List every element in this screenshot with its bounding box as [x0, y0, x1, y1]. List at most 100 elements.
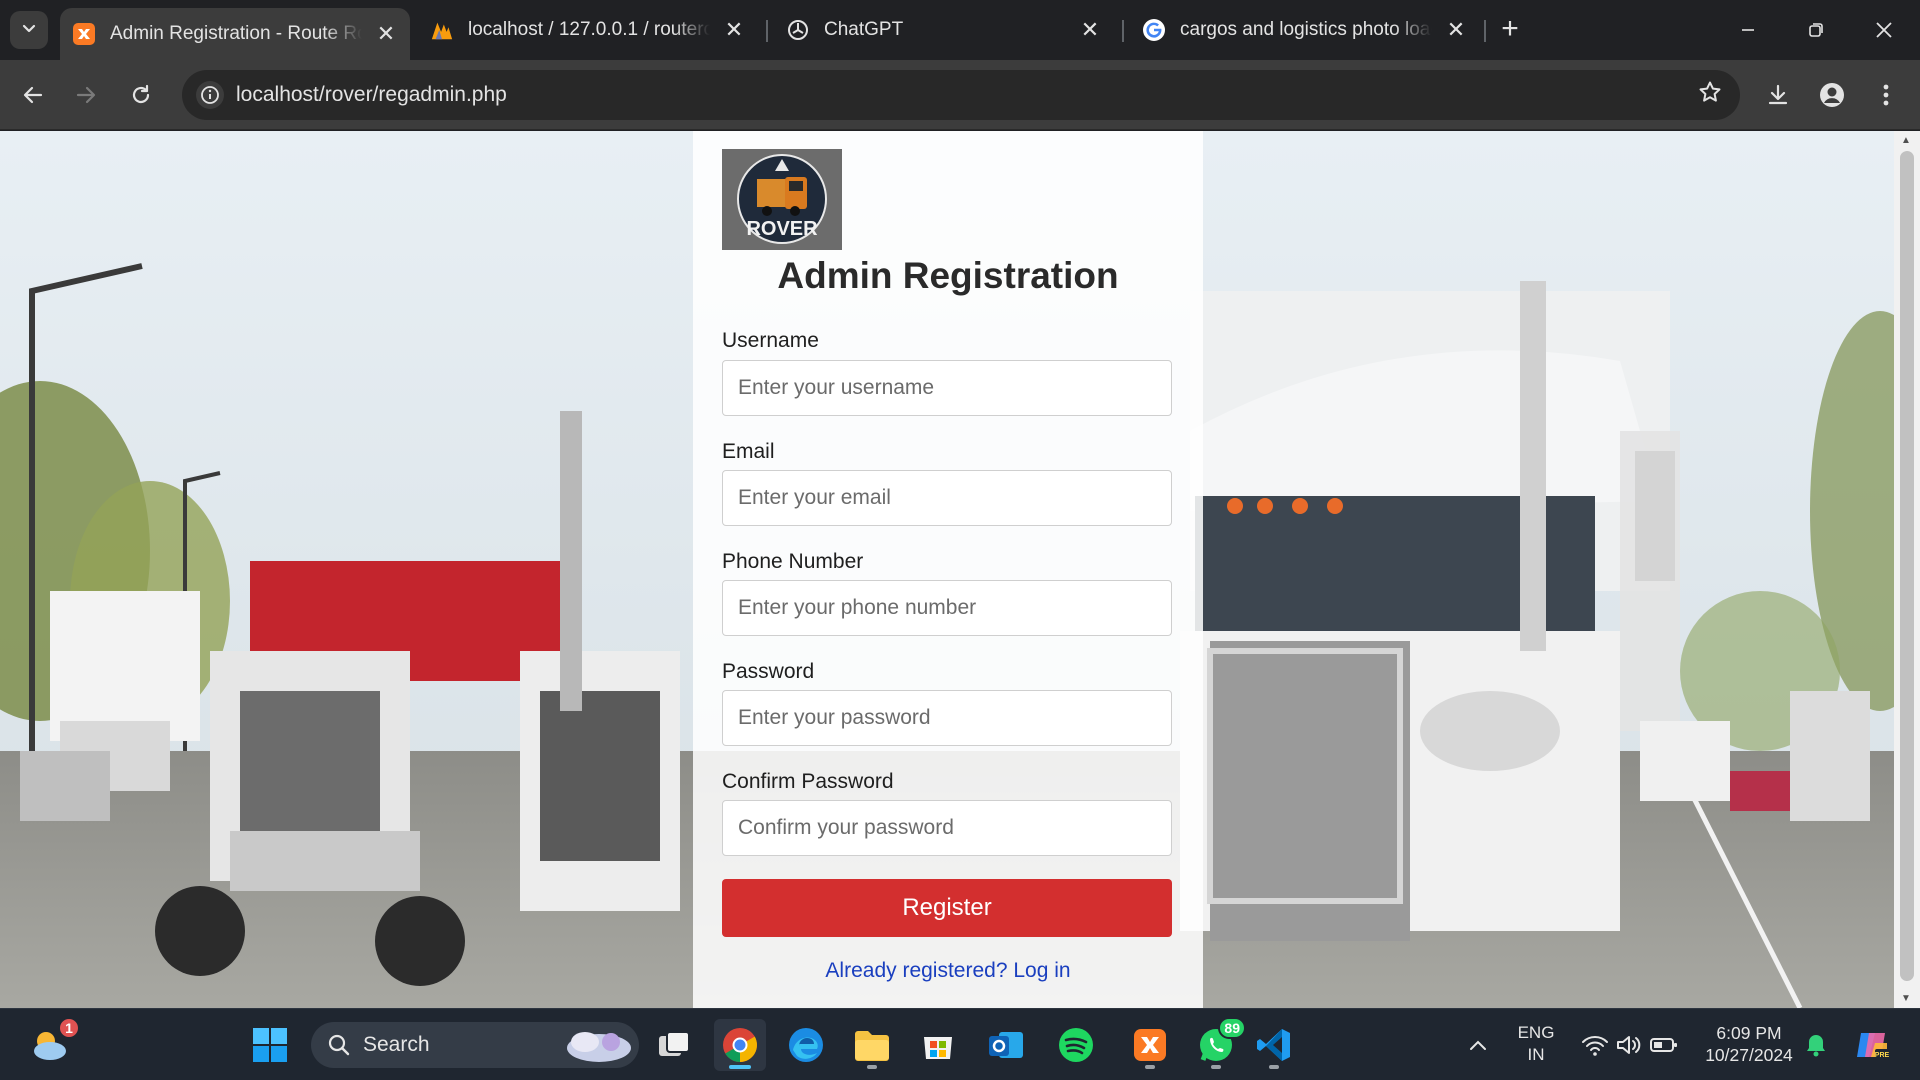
download-icon: [1768, 84, 1788, 105]
login-link[interactable]: Already registered? Log in: [693, 959, 1203, 983]
folder-icon: [855, 1031, 889, 1061]
search-label: Search: [363, 1033, 430, 1056]
reload-button[interactable]: [121, 75, 161, 115]
taskbar-search[interactable]: Search: [311, 1022, 639, 1068]
scroll-up-icon[interactable]: ▲: [1901, 135, 1911, 146]
tab-title: localhost / 127.0.0.1 / routerover: [468, 19, 710, 40]
clock-date: 10/27/2024: [1705, 1045, 1793, 1065]
bookmark-star-icon[interactable]: [1698, 80, 1722, 111]
email-input[interactable]: [722, 470, 1172, 526]
chrome-taskbar-button[interactable]: [714, 1019, 766, 1071]
more-vertical-icon: [1883, 84, 1889, 106]
minimize-icon: [1742, 29, 1754, 31]
minimize-button[interactable]: [1714, 0, 1782, 60]
svg-text:PRE: PRE: [1875, 1052, 1890, 1059]
profile-button[interactable]: [1812, 75, 1852, 115]
password-label: Password: [722, 660, 815, 683]
address-bar[interactable]: localhost/rover/regadmin.php: [182, 70, 1740, 120]
reload-icon: [132, 84, 150, 104]
xampp-icon: [1134, 1029, 1166, 1061]
page-title: Admin Registration: [777, 255, 1119, 296]
email-label: Email: [722, 440, 775, 463]
scrollbar-thumb[interactable]: [1900, 151, 1914, 981]
open-indicator: [1269, 1065, 1279, 1069]
open-indicator: [1145, 1065, 1155, 1069]
arrow-left-icon: [23, 86, 43, 104]
weather-widget[interactable]: 1: [24, 1017, 80, 1071]
copilot-button[interactable]: PRE: [1846, 1019, 1898, 1071]
whatsapp-taskbar-button[interactable]: 89: [1190, 1017, 1246, 1071]
register-button[interactable]: Register: [722, 879, 1172, 937]
microsoft-store-icon: [924, 1037, 952, 1059]
password-input[interactable]: [722, 690, 1172, 746]
store-taskbar-button[interactable]: [912, 1019, 964, 1071]
close-window-button[interactable]: [1850, 0, 1918, 60]
task-view-icon: [659, 1031, 690, 1056]
wifi-icon: [1582, 1036, 1608, 1056]
chrome-menu-button[interactable]: [1866, 75, 1906, 115]
url-text[interactable]: localhost/rover/regadmin.php: [236, 83, 507, 107]
windows-taskbar: 1 Search 89 ENG IN 6:09 PM 10/27/2024 PR…: [0, 1008, 1920, 1080]
copilot-icon: PRE: [1857, 1033, 1890, 1059]
notifications-button[interactable]: [1794, 1019, 1838, 1071]
spotify-taskbar-button[interactable]: [1050, 1019, 1102, 1071]
tab-title: Admin Registration - Route Rover: [110, 23, 362, 44]
vscode-icon: [1257, 1029, 1290, 1061]
close-tab-icon[interactable]: ✕: [372, 20, 400, 48]
bell-icon: [1807, 1035, 1825, 1057]
page-scrollbar[interactable]: ▲ ▼: [1894, 131, 1920, 1008]
profile-icon: [1820, 83, 1844, 107]
phone-label: Phone Number: [722, 550, 864, 573]
downloads-button[interactable]: [1758, 75, 1798, 115]
google-icon: [1142, 18, 1166, 42]
search-icon: [327, 1033, 351, 1057]
rover-logo: ROVER: [722, 149, 842, 250]
close-icon: [1876, 22, 1892, 38]
close-tab-icon[interactable]: ✕: [720, 16, 748, 44]
confirm-password-input[interactable]: [722, 800, 1172, 856]
task-view-button[interactable]: [648, 1019, 700, 1071]
edge-taskbar-button[interactable]: [780, 1019, 832, 1071]
username-label: Username: [722, 329, 819, 352]
forward-button[interactable]: [66, 75, 106, 115]
vscode-taskbar-button[interactable]: [1248, 1019, 1300, 1071]
language-line1: ENG: [1517, 1023, 1555, 1042]
weather-badge: 1: [58, 1017, 80, 1039]
site-info-icon[interactable]: [196, 81, 224, 109]
spotify-icon: [1059, 1028, 1093, 1062]
close-tab-icon[interactable]: ✕: [1076, 16, 1104, 44]
new-tab-button[interactable]: +: [1494, 14, 1526, 46]
outlook-icon: [989, 1032, 1023, 1058]
start-button[interactable]: [244, 1019, 296, 1071]
tab-title: ChatGPT: [824, 19, 904, 40]
tab-google-search[interactable]: cargos and logistics photo loading ✕: [1130, 8, 1480, 52]
outlook-taskbar-button[interactable]: [980, 1019, 1032, 1071]
quick-settings-button[interactable]: [1570, 1019, 1690, 1071]
tab-separator: [1122, 20, 1124, 42]
phone-input[interactable]: [722, 580, 1172, 636]
xampp-icon: [72, 22, 96, 46]
username-input[interactable]: [722, 360, 1172, 416]
tab-title: cargos and logistics photo loading: [1180, 19, 1432, 40]
tab-chatgpt[interactable]: ChatGPT ✕: [774, 8, 1114, 52]
chevron-up-icon: [1470, 1040, 1486, 1050]
edge-icon: [789, 1028, 823, 1062]
back-button[interactable]: [13, 75, 53, 115]
file-explorer-button[interactable]: [846, 1019, 898, 1071]
restore-icon: [1809, 23, 1823, 37]
phpmyadmin-icon: [430, 18, 454, 42]
search-highlight-icon: [555, 1024, 635, 1071]
volume-icon: [1617, 1036, 1641, 1054]
restore-button[interactable]: [1782, 0, 1850, 60]
clock[interactable]: 6:09 PM 10/27/2024: [1694, 1022, 1804, 1066]
tab-separator: [1484, 20, 1486, 42]
scroll-down-icon[interactable]: ▼: [1901, 993, 1911, 1004]
tab-phpmyadmin[interactable]: localhost / 127.0.0.1 / routerover ✕: [418, 8, 758, 52]
language-indicator[interactable]: ENG IN: [1508, 1022, 1564, 1066]
tab-admin-registration[interactable]: Admin Registration - Route Rover ✕: [60, 8, 410, 60]
show-hidden-icons-button[interactable]: [1452, 1019, 1504, 1071]
registration-panel: ROVER Admin Registration Username Email …: [693, 131, 1203, 1008]
xampp-taskbar-button[interactable]: [1124, 1019, 1176, 1071]
close-tab-icon[interactable]: ✕: [1442, 16, 1470, 44]
tab-search-button[interactable]: [10, 11, 48, 49]
